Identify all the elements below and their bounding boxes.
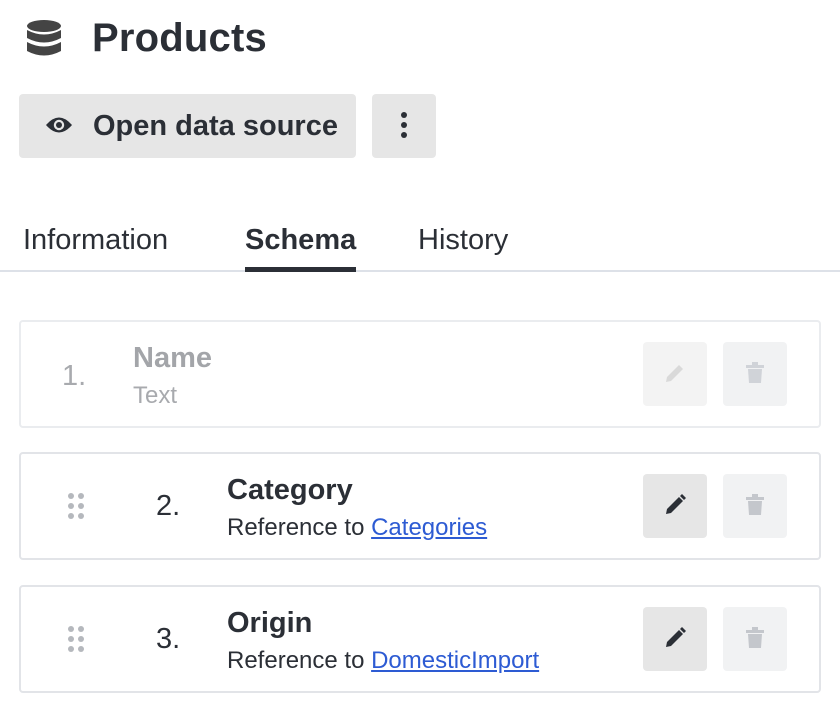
pencil-icon	[664, 362, 686, 387]
field-number: 3.	[156, 623, 181, 655]
field-type: Reference to Categories	[227, 514, 487, 542]
tab-information[interactable]: Information	[23, 224, 168, 267]
field-name: Category	[227, 474, 353, 506]
field-type: Reference to DomesticImport	[227, 647, 539, 675]
field-number: 1.	[62, 360, 87, 392]
schema-field-row: 3. Origin Reference to DomesticImport	[19, 585, 821, 693]
pencil-icon	[664, 626, 686, 652]
schema-field-row: 1. Name Text	[19, 320, 821, 428]
field-type: Text	[133, 382, 178, 409]
trash-icon	[745, 493, 765, 519]
page-header: Products	[24, 16, 267, 61]
eye-icon	[45, 115, 73, 138]
delete-field-button[interactable]	[723, 474, 787, 538]
field-name: Origin	[227, 607, 313, 639]
open-data-source-label: Open data source	[93, 109, 338, 142]
field-number: 2.	[156, 490, 181, 522]
field-type-prefix: Reference to	[227, 514, 372, 541]
kebab-menu-icon	[400, 111, 408, 142]
edit-field-button[interactable]	[643, 342, 707, 406]
database-icon	[24, 17, 64, 61]
tab-history[interactable]: History	[418, 224, 508, 267]
reference-link[interactable]: DomesticImport	[371, 647, 539, 674]
drag-handle-icon[interactable]	[67, 625, 87, 655]
tab-schema[interactable]: Schema	[245, 224, 357, 272]
delete-field-button[interactable]	[723, 607, 787, 671]
trash-icon	[745, 361, 765, 387]
trash-icon	[745, 626, 765, 652]
page-title: Products	[92, 16, 267, 60]
open-data-source-button[interactable]: Open data source	[19, 94, 356, 158]
tab-bar: Information Schema History	[0, 218, 840, 272]
delete-field-button[interactable]	[723, 342, 787, 406]
field-type-prefix: Reference to	[227, 647, 372, 674]
edit-field-button[interactable]	[643, 607, 707, 671]
reference-link[interactable]: Categories	[371, 514, 487, 541]
field-name: Name	[133, 342, 212, 374]
more-options-button[interactable]	[372, 94, 436, 158]
drag-handle-icon[interactable]	[67, 492, 87, 522]
pencil-icon	[664, 493, 686, 519]
schema-field-row: 2. Category Reference to Categories	[19, 452, 821, 560]
edit-field-button[interactable]	[643, 474, 707, 538]
toolbar: Open data source	[19, 94, 436, 158]
